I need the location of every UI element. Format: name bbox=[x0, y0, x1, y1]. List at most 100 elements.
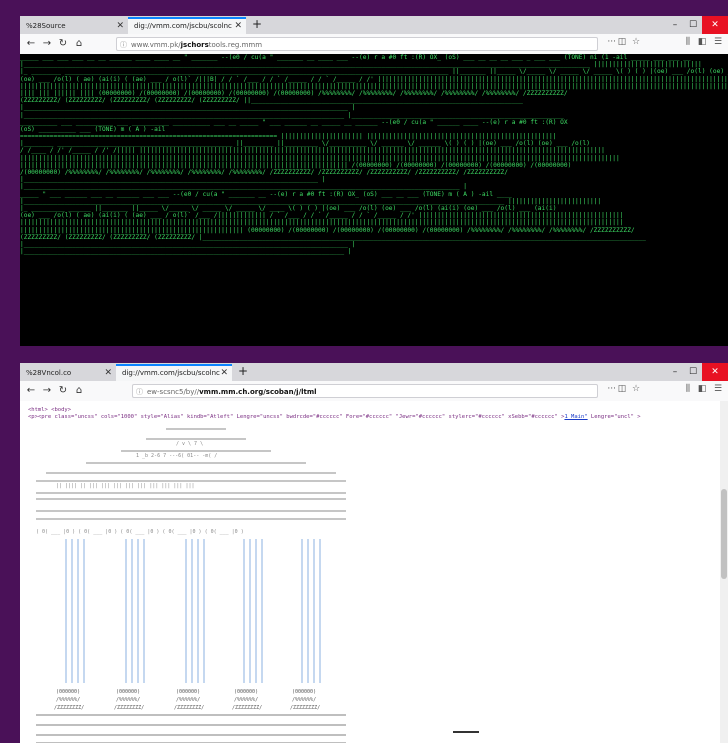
home-icon[interactable]: ⌂ bbox=[72, 384, 86, 398]
close-icon[interactable]: ✕ bbox=[220, 366, 228, 381]
info-icon[interactable]: ⓘ bbox=[136, 385, 143, 397]
terminal-line: |_______________________________________… bbox=[20, 61, 702, 69]
svg-text:/ZZZZZZZZ/: /ZZZZZZZZ/ bbox=[232, 705, 262, 711]
page-actions-icon[interactable]: ··· bbox=[607, 37, 616, 47]
sidebar-icon[interactable]: ◧ bbox=[696, 384, 708, 394]
pediment-glyphs: / v \ 7 \ bbox=[176, 441, 203, 447]
url-bar[interactable]: ⓘ www.vmm.pk/jschorstools.reg.mmm bbox=[116, 37, 598, 51]
svg-text:/ZZZZZZZZ/: /ZZZZZZZZ/ bbox=[54, 705, 84, 711]
svg-text:(000000): (000000) bbox=[56, 689, 80, 695]
source-code-line: <html> <body> <p><pre class="uncss" cols… bbox=[28, 407, 718, 421]
terminal-output: _____ ___ ___ ___ __ __ ______ ____ ____… bbox=[20, 54, 728, 346]
svg-text:/%%%%%%/: /%%%%%%/ bbox=[292, 697, 316, 703]
menu-icon[interactable]: ☰ bbox=[712, 384, 724, 394]
terminal-line: (oe) ___ /o(l) ( ae) (ai(i) ( (ae) ___ /… bbox=[20, 75, 728, 83]
stylobate bbox=[36, 714, 346, 743]
terminal-line: |_______________________________________… bbox=[20, 183, 468, 191]
tab-active[interactable]: dig://vmm.com/jscbu/scolnc ✕ bbox=[128, 17, 246, 34]
tab-label: dig://vmm.com/jscbu/scolnc bbox=[134, 22, 232, 30]
menu-icon[interactable]: ☰ bbox=[712, 37, 724, 47]
url-domain: jschors bbox=[180, 41, 209, 49]
svg-text:/ZZZZZZZZ/: /ZZZZZZZZ/ bbox=[174, 705, 204, 711]
home-icon[interactable]: ⌂ bbox=[72, 37, 86, 51]
minimize-icon[interactable]: – bbox=[666, 363, 684, 381]
terminal-line: ||||||||||||||||||||||||||||||||||||||||… bbox=[20, 219, 624, 227]
column bbox=[301, 539, 321, 683]
url-prefix: www.vmm.pk/ bbox=[131, 41, 181, 49]
terminal-line: _____ ___ ___ ___ __ __ ______ ____ ____… bbox=[20, 54, 691, 61]
scrollbar-thumb[interactable] bbox=[721, 489, 727, 579]
pediment-glyphs: 1 _b 2-6 7 ---6( 01-- -m( / bbox=[136, 453, 217, 459]
nav-bar: ← → ↻ ⌂ ⓘ www.vmm.pk/jschorstools.reg.mm… bbox=[20, 34, 728, 55]
tab-label: %28Source bbox=[26, 22, 66, 30]
terminal-line: /(00000000) /%%%%%%%%/ /%%%%%%%%/ /%%%%%… bbox=[20, 169, 508, 176]
terminal-line: ||||||||||||||||||||||||||||||||||||||||… bbox=[20, 161, 572, 169]
tab-inactive[interactable]: %28Vncol.co ✕ bbox=[20, 366, 116, 381]
info-icon[interactable]: ⓘ bbox=[120, 38, 127, 50]
dash-mark bbox=[453, 731, 479, 733]
tab-bar: %28Source ✕ dig://vmm.com/jscbu/scolnc ✕… bbox=[20, 16, 728, 34]
terminal-line: / /____ / /' /_____ / /' /||||| ||||||||… bbox=[20, 147, 605, 155]
source-prefix: <html> <body> bbox=[28, 407, 72, 413]
bookmark-star-icon[interactable]: ☆ bbox=[630, 384, 642, 394]
window-controls: – ☐ ✕ bbox=[666, 363, 728, 381]
terminal-line: |_______________________________________… bbox=[20, 176, 326, 184]
window-controls: – ☐ ✕ bbox=[666, 16, 728, 34]
new-tab-icon[interactable]: + bbox=[252, 17, 262, 31]
source-text: <p><pre class="uncss" cols="1000" style=… bbox=[28, 414, 565, 420]
terminal-line: |_______________________________________… bbox=[20, 197, 602, 205]
column bbox=[185, 539, 205, 683]
tab-label: %28Vncol.co bbox=[26, 369, 72, 377]
maximize-icon[interactable]: ☐ bbox=[684, 363, 702, 381]
tab-bar: %28Vncol.co ✕ dig://vmm.com/jscbu/scolnc… bbox=[20, 363, 728, 381]
window-close-icon[interactable]: ✕ bbox=[702, 16, 728, 34]
minimize-icon[interactable]: – bbox=[666, 16, 684, 34]
svg-text:(000000): (000000) bbox=[176, 689, 200, 695]
column bbox=[125, 539, 145, 683]
terminal-line: ========================================… bbox=[20, 133, 557, 141]
scrollbar[interactable] bbox=[720, 401, 728, 743]
pocket-icon[interactable]: ◫ bbox=[616, 384, 628, 394]
frieze-glyphs: || |||| || ||| ||| ||| ||| ||| ||| ||| |… bbox=[56, 483, 194, 489]
terminal-line: |_______________________________________… bbox=[20, 104, 356, 112]
svg-text:/ZZZZZZZZ/: /ZZZZZZZZ/ bbox=[290, 705, 320, 711]
capital-glyphs: ( 0( ___ |0 ) ( 0( ___ |0 ) ( 0( ___ |0 … bbox=[36, 529, 244, 535]
forward-icon[interactable]: → bbox=[40, 384, 54, 398]
svg-text:/%%%%%%/: /%%%%%%/ bbox=[234, 697, 258, 703]
svg-text:(000000): (000000) bbox=[292, 689, 316, 695]
url-bar[interactable]: ⓘ ew-scsnc5/by//vmm.mm.ch.org/scoban/j/l… bbox=[132, 384, 598, 398]
library-icon[interactable]: ⫼ bbox=[682, 37, 694, 47]
close-icon[interactable]: ✕ bbox=[104, 366, 112, 381]
terminal-line: ||||||||||||||||||||||||||||||||||||||||… bbox=[20, 226, 635, 234]
library-icon[interactable]: ⫼ bbox=[682, 384, 694, 394]
terminal-line: (oS) __________ ___ (TONE) m ( A ) -ail bbox=[20, 125, 166, 133]
terminal-line: |||| ||| |||||| |||| (00000000) /(000000… bbox=[20, 89, 568, 97]
source-link[interactable]: 1 Main" bbox=[564, 414, 587, 420]
svg-text:(000000): (000000) bbox=[116, 689, 140, 695]
view-source-page: <html> <body> <p><pre class="uncss" cols… bbox=[20, 401, 728, 743]
sidebar-icon[interactable]: ◧ bbox=[696, 37, 708, 47]
tab-inactive[interactable]: %28Source ✕ bbox=[20, 19, 128, 34]
back-icon[interactable]: ← bbox=[24, 37, 38, 51]
svg-text:/%%%%%%/: /%%%%%%/ bbox=[116, 697, 140, 703]
reload-icon[interactable]: ↻ bbox=[56, 37, 70, 51]
page-actions-icon[interactable]: ··· bbox=[607, 384, 616, 394]
svg-text:/%%%%%%/: /%%%%%%/ bbox=[56, 697, 80, 703]
maximize-icon[interactable]: ☐ bbox=[684, 16, 702, 34]
bookmark-star-icon[interactable]: ☆ bbox=[630, 37, 642, 47]
terminal-line: ||||||||||||||||||||||||||||||||||||||||… bbox=[20, 82, 728, 90]
columns bbox=[65, 539, 321, 683]
new-tab-icon[interactable]: + bbox=[238, 364, 248, 378]
reload-icon[interactable]: ↻ bbox=[56, 384, 70, 398]
terminal-line: (ZZZZZZZZZ/ (ZZZZZZZZZ/ (ZZZZZZZZZ/ (ZZZ… bbox=[20, 97, 523, 105]
back-icon[interactable]: ← bbox=[24, 384, 38, 398]
window-close-icon[interactable]: ✕ bbox=[702, 363, 728, 381]
close-icon[interactable]: ✕ bbox=[116, 19, 124, 34]
url-prefix: ew-scsnc5/by// bbox=[147, 388, 200, 396]
svg-text:(000000): (000000) bbox=[234, 689, 258, 695]
terminal-line: |________ ______________________________… bbox=[20, 140, 590, 148]
tab-active[interactable]: dig://vmm.com/jscbu/scolnc ✕ bbox=[116, 364, 232, 381]
pocket-icon[interactable]: ◫ bbox=[616, 37, 628, 47]
close-icon[interactable]: ✕ bbox=[234, 19, 242, 34]
forward-icon[interactable]: → bbox=[40, 37, 54, 51]
